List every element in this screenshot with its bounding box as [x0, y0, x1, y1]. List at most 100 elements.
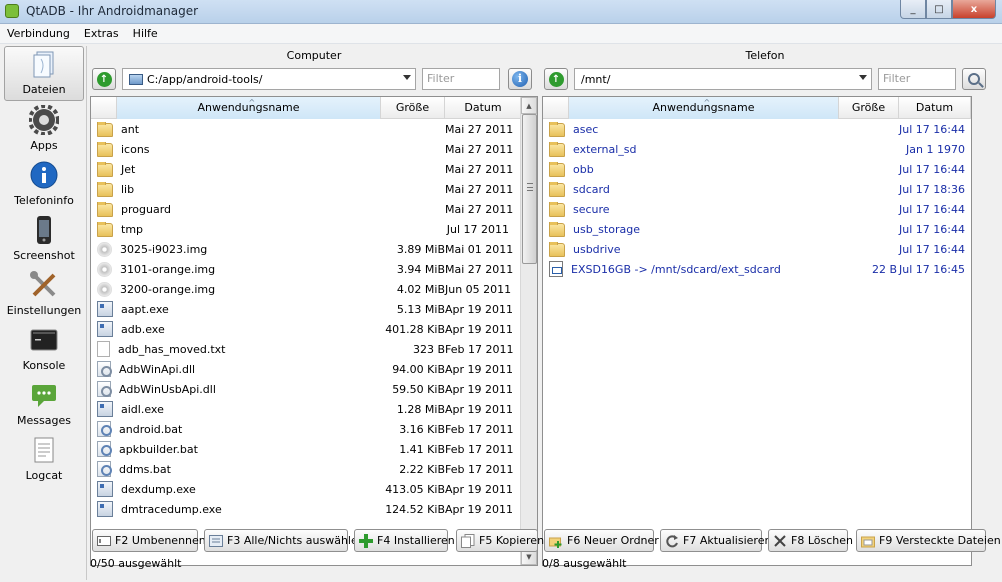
table-row[interactable]: dmtracedump.exe 124.52 KiB Apr 19 2011 — [91, 499, 537, 519]
file-name: AdbWinUsbApi.dll — [119, 382, 216, 396]
select-all-button[interactable]: F3 Alle/Nichts auswählen — [204, 529, 365, 552]
file-name: external_sd — [573, 142, 637, 156]
sidebar-item-label: Telefoninfo — [14, 194, 74, 207]
table-row[interactable]: icons Mai 27 2011 — [91, 139, 537, 159]
table-row[interactable]: adb.exe 401.28 KiB Apr 19 2011 — [91, 319, 537, 339]
table-row[interactable]: lib Mai 27 2011 — [91, 179, 537, 199]
table-row[interactable]: tmp Jul 17 2011 — [91, 219, 537, 239]
file-list: asec Jul 17 16:44 external_sd Jan 1 1970 obb… — [543, 119, 971, 279]
table-row[interactable]: dexdump.exe 413.05 KiB Apr 19 2011 — [91, 479, 537, 499]
file-name-cell: tmp — [91, 221, 381, 237]
table-row[interactable]: sdcard Jul 17 18:36 — [543, 179, 971, 199]
sidebar-item-apps[interactable]: Apps — [4, 101, 84, 156]
exe-icon — [97, 501, 113, 517]
file-name-cell: sdcard — [543, 181, 839, 197]
filter-input[interactable]: Filter — [878, 68, 956, 90]
scroll-thumb[interactable] — [522, 114, 537, 264]
scroll-up-icon[interactable]: ▲ — [521, 97, 537, 114]
new-folder-button[interactable]: F6 Neuer Ordner — [544, 529, 659, 552]
table-row[interactable]: AdbWinApi.dll 94.00 KiB Apr 19 2011 — [91, 359, 537, 379]
header-name[interactable]: ^ Anwendungsname — [117, 97, 381, 119]
copy-button[interactable]: F5 Kopieren — [456, 529, 544, 552]
table-row[interactable]: external_sd Jan 1 1970 — [543, 139, 971, 159]
filter-input[interactable]: Filter — [422, 68, 500, 90]
table-row[interactable]: apkbuilder.bat 1.41 KiB Feb 17 2011 — [91, 439, 537, 459]
table-row[interactable]: AdbWinUsbApi.dll 59.50 KiB Apr 19 2011 — [91, 379, 537, 399]
file-date: Jul 17 16:44 — [899, 242, 965, 256]
sidebar-item-einstellungen[interactable]: Einstellungen — [4, 266, 84, 321]
search-button[interactable] — [962, 68, 986, 90]
file-name-cell: usbdrive — [543, 241, 839, 257]
table-row[interactable]: proguard Mai 27 2011 — [91, 199, 537, 219]
file-name-cell: lib — [91, 181, 381, 197]
header-name[interactable]: ^ Anwendungsname — [569, 97, 839, 119]
table-row[interactable]: EXSD16GB -> /mnt/sdcard/ext_sdcard 22 B Ju… — [543, 259, 971, 279]
file-size: 3.16 KiB — [399, 422, 445, 436]
menu-hilfe[interactable]: Hilfe — [126, 27, 165, 40]
console-icon — [28, 324, 60, 356]
sidebar-item-telefoninfo[interactable]: Telefoninfo — [4, 156, 84, 211]
sidebar-item-logcat[interactable]: Logcat — [4, 431, 84, 486]
up-directory-button[interactable]: ↑ — [544, 68, 568, 90]
table-row[interactable]: secure Jul 17 16:44 — [543, 199, 971, 219]
up-directory-button[interactable]: ↑ — [92, 68, 116, 90]
info-button[interactable]: i — [508, 68, 532, 90]
maximize-button[interactable]: □ — [926, 0, 952, 19]
refresh-button[interactable]: F7 Aktualisieren — [660, 529, 771, 552]
path-value: /mnt/ — [581, 72, 611, 86]
table-row[interactable]: android.bat 3.16 KiB Feb 17 2011 — [91, 419, 537, 439]
table-row[interactable]: ddms.bat 2.22 KiB Feb 17 2011 — [91, 459, 537, 479]
file-date: Jul 17 18:36 — [899, 182, 965, 196]
file-name: 3101-orange.img — [120, 262, 216, 276]
folder-icon — [97, 221, 113, 237]
file-date: Jul 17 16:45 — [899, 262, 965, 276]
table-row[interactable]: 3101-orange.img 3.94 MiB Mai 27 2011 — [91, 259, 537, 279]
table-row[interactable]: adb_has_moved.txt 323 B Feb 17 2011 — [91, 339, 537, 359]
sidebar-item-label: Apps — [30, 139, 58, 152]
file-size: 4.02 MiB — [396, 282, 445, 296]
sidebar-item-screenshot[interactable]: Screenshot — [4, 211, 84, 266]
path-combo[interactable]: C:/app/android-tools/ — [122, 68, 416, 90]
header-date[interactable]: Datum — [899, 97, 971, 119]
right-status: 0/8 ausgewählt — [542, 557, 627, 570]
img-icon — [97, 281, 112, 297]
rename-icon — [97, 534, 111, 548]
tools-icon — [28, 269, 60, 301]
delete-button[interactable]: F8 Löschen — [768, 529, 853, 552]
telefon-panel: Telefon ↑ /mnt/ Filter ^ Anwendungsname G… — [542, 46, 988, 566]
path-combo[interactable]: /mnt/ — [574, 68, 872, 90]
file-name: aidl.exe — [121, 402, 164, 416]
header-date[interactable]: Datum — [445, 97, 522, 119]
minimize-button[interactable]: _ — [900, 0, 926, 19]
file-name: dmtracedump.exe — [121, 502, 222, 516]
menu-extras[interactable]: Extras — [77, 27, 126, 40]
table-row[interactable]: 3200-orange.img 4.02 MiB Jun 05 2011 — [91, 279, 537, 299]
file-date: Feb 17 2011 — [445, 342, 514, 356]
file-size: 401.28 KiB — [385, 322, 445, 336]
table-row[interactable]: asec Jul 17 16:44 — [543, 119, 971, 139]
table-row[interactable]: aidl.exe 1.28 MiB Apr 19 2011 — [91, 399, 537, 419]
sidebar-item-dateien[interactable]: Dateien — [4, 46, 84, 101]
close-button[interactable]: x — [952, 0, 996, 19]
hidden-files-button[interactable]: F9 Versteckte Dateien — [856, 529, 1001, 552]
header-size[interactable]: Größe — [381, 97, 445, 119]
table-row[interactable]: 3025-i9023.img 3.89 MiB Mai 01 2011 — [91, 239, 537, 259]
table-row[interactable]: obb Jul 17 16:44 — [543, 159, 971, 179]
table-row[interactable]: ant Mai 27 2011 — [91, 119, 537, 139]
table-row[interactable]: aapt.exe 5.13 MiB Apr 19 2011 — [91, 299, 537, 319]
vertical-scrollbar[interactable]: ▲ ▼ — [520, 97, 537, 565]
rename-button[interactable]: F2 Umbenennen — [92, 529, 206, 552]
install-button[interactable]: F4 Installieren — [354, 529, 455, 552]
sidebar-divider — [86, 46, 87, 580]
apps-gear-icon — [28, 104, 60, 136]
search-icon — [968, 73, 980, 85]
menu-verbindung[interactable]: Verbindung — [0, 27, 77, 40]
sidebar-item-konsole[interactable]: Konsole — [4, 321, 84, 376]
table-row[interactable]: Jet Mai 27 2011 — [91, 159, 537, 179]
table-row[interactable]: usb_storage Jul 17 16:44 — [543, 219, 971, 239]
sidebar-item-messages[interactable]: Messages — [4, 376, 84, 431]
file-name: usbdrive — [573, 242, 621, 256]
header-size[interactable]: Größe — [839, 97, 899, 119]
file-size: 94.00 KiB — [392, 362, 445, 376]
table-row[interactable]: usbdrive Jul 17 16:44 — [543, 239, 971, 259]
